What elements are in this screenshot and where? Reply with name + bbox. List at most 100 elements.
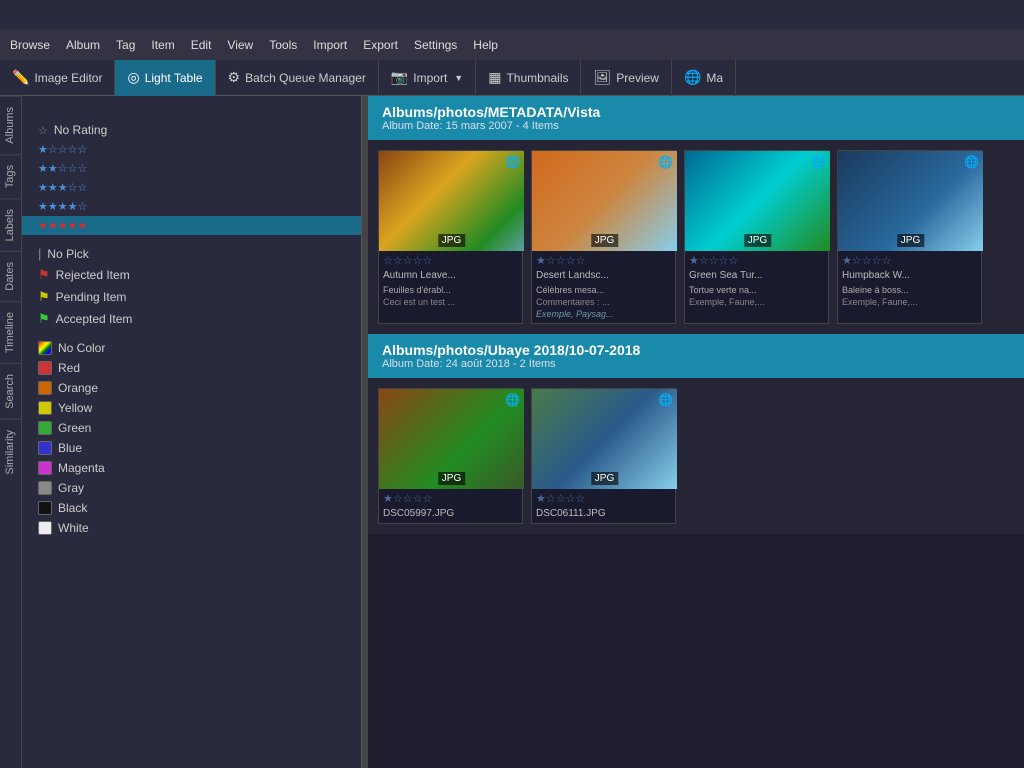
toolbar-btn-preview[interactable]: 🖼 Preview — [581, 60, 671, 96]
color-item-orange[interactable]: Orange — [22, 378, 361, 398]
photo-line2: Baleine à boss... — [838, 285, 981, 297]
vtab-similarity[interactable]: Similarity — [0, 419, 21, 485]
color-item-white[interactable]: White — [22, 518, 361, 538]
album-title: Albums/photos/Ubaye 2018/10-07-2018 — [382, 342, 1010, 358]
photo-name: Autumn Leave... — [379, 268, 522, 285]
vtab-labels[interactable]: Labels — [0, 198, 21, 251]
menu-item-album[interactable]: Album — [66, 38, 100, 52]
rating-label: No Rating — [54, 123, 107, 137]
color-swatch-gray — [38, 481, 52, 495]
menu-item-item[interactable]: Item — [151, 38, 174, 52]
photo-desc: Ceci est un test ... — [379, 297, 522, 309]
color-swatch-green — [38, 421, 52, 435]
pick-item-rejected[interactable]: ⚑ Rejected Item — [22, 264, 361, 286]
color-label: White — [58, 521, 89, 535]
pick-label: Accepted Item — [56, 312, 133, 326]
menu-item-import[interactable]: Import — [313, 38, 347, 52]
rating-item-no-rating[interactable]: ☆ No Rating — [22, 120, 361, 140]
photo-format-label: JPG — [591, 234, 618, 247]
toolbar-btn-thumbnails[interactable]: ▦ Thumbnails — [476, 60, 581, 96]
color-item-blue[interactable]: Blue — [22, 438, 361, 458]
rating-item-2stars[interactable]: ★★☆☆☆ — [22, 159, 361, 178]
photo-thumb-p3[interactable]: 🌐 JPG ★☆☆☆☆ Green Sea Tur... Tortue vert… — [684, 150, 829, 324]
menu-item-settings[interactable]: Settings — [414, 38, 457, 52]
photo-grid-album2: 🌐 JPG ★☆☆☆☆ DSC05997.JPG 🌐 JPG ★☆☆☆☆ DSC… — [368, 378, 1024, 534]
photo-desc: Exemple, Faune,... — [685, 297, 828, 309]
toolbar-btn-image-editor[interactable]: ✏️ Image Editor — [0, 60, 115, 96]
photo-name: Green Sea Tur... — [685, 268, 828, 285]
toolbar-label-preview: Preview — [616, 71, 659, 85]
photo-image: 🌐 JPG — [379, 151, 524, 251]
color-item-yellow[interactable]: Yellow — [22, 398, 361, 418]
photo-format-label: JPG — [744, 234, 771, 247]
photo-stars: ★☆☆☆☆ — [838, 251, 981, 268]
photo-thumb-p1[interactable]: 🌐 JPG ☆☆☆☆☆ Autumn Leave... Feuilles d'é… — [378, 150, 523, 324]
main-layout: AlbumsTagsLabelsDatesTimelineSearchSimil… — [0, 96, 1024, 768]
color-item-magenta[interactable]: Magenta — [22, 458, 361, 478]
image-editor-icon: ✏️ — [12, 69, 29, 86]
menu-item-tools[interactable]: Tools — [269, 38, 297, 52]
rating-item-5stars[interactable]: ★★★★★ — [22, 216, 361, 235]
menu-item-tag[interactable]: Tag — [116, 38, 135, 52]
toolbar-btn-map[interactable]: 🌐 Ma — [672, 60, 736, 96]
vtab-dates[interactable]: Dates — [0, 251, 21, 301]
rating-item-3stars[interactable]: ★★★☆☆ — [22, 178, 361, 197]
photo-tags: Exemple, Paysag... — [532, 309, 675, 323]
color-swatch-blue — [38, 441, 52, 455]
vtab-timeline[interactable]: Timeline — [0, 301, 21, 363]
menu-item-help[interactable]: Help — [473, 38, 498, 52]
photo-grid-album1: 🌐 JPG ☆☆☆☆☆ Autumn Leave... Feuilles d'é… — [368, 140, 1024, 334]
color-item-gray[interactable]: Gray — [22, 478, 361, 498]
photo-format-label: JPG — [438, 472, 465, 485]
color-item-green[interactable]: Green — [22, 418, 361, 438]
vtab-tags[interactable]: Tags — [0, 154, 21, 198]
photo-thumb-p6[interactable]: 🌐 JPG ★☆☆☆☆ DSC06111.JPG — [531, 388, 676, 524]
toolbar-btn-light-table[interactable]: ◎ Light Table — [115, 60, 215, 96]
vtab-albums[interactable]: Albums — [0, 96, 21, 154]
toolbar-label-import: Import — [413, 71, 447, 85]
menu-item-edit[interactable]: Edit — [191, 38, 212, 52]
rating-item-1star[interactable]: ★☆☆☆☆ — [22, 140, 361, 159]
color-item-red[interactable]: Red — [22, 358, 361, 378]
photo-stars: ☆☆☆☆☆ — [379, 251, 522, 268]
color-swatch-yellow — [38, 401, 52, 415]
rating-section — [22, 112, 361, 120]
photo-line2: Célèbres mesa... — [532, 285, 675, 297]
pick-item-accepted[interactable]: ⚑ Accepted Item — [22, 308, 361, 330]
pick-item-pending[interactable]: ⚑ Pending Item — [22, 286, 361, 308]
album-subtitle: Album Date: 24 août 2018 - 2 Items — [382, 358, 1010, 370]
menu-item-view[interactable]: View — [227, 38, 253, 52]
color-label: Magenta — [58, 461, 105, 475]
menu-item-export[interactable]: Export — [363, 38, 398, 52]
vtab-search[interactable]: Search — [0, 363, 21, 419]
color-label: Black — [58, 501, 87, 515]
pick-section — [22, 235, 361, 243]
photo-format-label: JPG — [438, 234, 465, 247]
photo-thumb-p4[interactable]: 🌐 JPG ★☆☆☆☆ Humpback W... Baleine à boss… — [837, 150, 982, 324]
color-item-black[interactable]: Black — [22, 498, 361, 518]
toolbar: ✏️ Image Editor◎ Light Table⚙ Batch Queu… — [0, 60, 1024, 96]
toolbar-btn-batch-queue[interactable]: ⚙ Batch Queue Manager — [216, 60, 379, 96]
star-icon: ★★★★★ — [38, 219, 87, 232]
album-header-album2: Albums/photos/Ubaye 2018/10-07-2018 Albu… — [368, 334, 1024, 378]
color-label: Yellow — [58, 401, 92, 415]
sidebar: ☆ No Rating ★☆☆☆☆ ★★☆☆☆★★★☆☆★★★★☆ ★★★★★ | N… — [22, 96, 362, 768]
color-item-no-color[interactable]: No Color — [22, 338, 361, 358]
globe-icon: 🌐 — [658, 155, 673, 169]
photo-name: Desert Landsc... — [532, 268, 675, 285]
thumbnails-icon: ▦ — [488, 69, 501, 86]
color-swatch-orange — [38, 381, 52, 395]
photo-thumb-p5[interactable]: 🌐 JPG ★☆☆☆☆ DSC05997.JPG — [378, 388, 523, 524]
album-title: Albums/photos/METADATA/Vista — [382, 104, 1010, 120]
photo-format-label: JPG — [591, 472, 618, 485]
menu-item-browse[interactable]: Browse — [10, 38, 50, 52]
photo-line2: Tortue verte na... — [685, 285, 828, 297]
photo-thumb-p2[interactable]: 🌐 JPG ★☆☆☆☆ Desert Landsc... Célèbres me… — [531, 150, 676, 324]
titlebar — [0, 0, 1024, 30]
color-label: No Color — [58, 341, 105, 355]
star-icon: ★☆☆☆☆ — [38, 143, 87, 156]
toolbar-btn-import[interactable]: 📷 Import▼ — [379, 60, 476, 96]
globe-icon: 🌐 — [964, 155, 979, 169]
pick-item-no-pick[interactable]: | No Pick — [22, 243, 361, 264]
rating-item-4stars[interactable]: ★★★★☆ — [22, 197, 361, 216]
